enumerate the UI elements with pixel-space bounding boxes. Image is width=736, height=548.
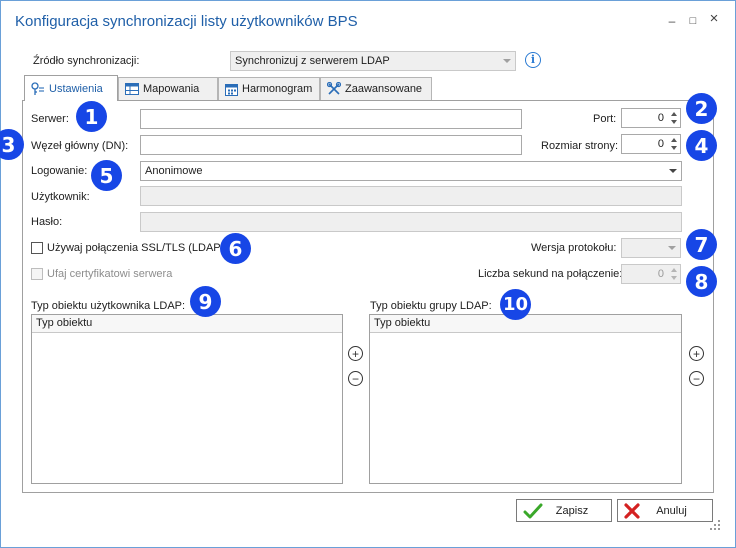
spin-down-icon[interactable] — [671, 120, 677, 124]
add-group-object-button[interactable]: + — [689, 346, 704, 361]
tab-mapowania[interactable]: Mapowania — [118, 77, 218, 100]
close-button[interactable]: × — [707, 11, 721, 26]
annotation-badge: 8 — [686, 266, 717, 297]
info-icon[interactable]: i — [525, 52, 541, 68]
group-object-label: Typ obiektu grupy LDAP: — [370, 300, 492, 312]
login-select-value: Anonimowe — [145, 165, 203, 177]
annotation-badge: 1 — [76, 101, 107, 132]
spin-up-icon — [671, 268, 677, 272]
base-dn-input[interactable] — [140, 135, 522, 155]
annotation-badge: 6 — [220, 233, 251, 264]
remove-group-object-button[interactable]: − — [689, 371, 704, 386]
spin-up-icon[interactable] — [671, 112, 677, 116]
remove-user-object-button[interactable]: − — [348, 371, 363, 386]
source-select[interactable]: Synchronizuj z serwerem LDAP — [230, 51, 516, 71]
spin-up-icon[interactable] — [671, 138, 677, 142]
resize-grip-icon[interactable] — [709, 519, 721, 531]
password-label: Hasło: — [31, 216, 63, 228]
table-icon — [125, 83, 139, 95]
group-object-grid[interactable]: Typ obiektu — [369, 314, 682, 484]
annotation-badge: 7 — [686, 229, 717, 260]
page-size-spinner[interactable]: 0 — [621, 134, 681, 154]
chevron-down-icon — [669, 169, 677, 173]
minimize-button[interactable]: – — [665, 14, 679, 28]
tab-label: Harmonogram — [242, 83, 313, 95]
tools-icon — [327, 82, 341, 95]
user-object-grid[interactable]: Typ obiektu — [31, 314, 343, 484]
ssl-checkbox[interactable] — [31, 242, 43, 254]
group-object-column-header[interactable]: Typ obiektu — [370, 315, 681, 333]
annotation-badge: 10 — [500, 289, 531, 320]
port-spinner[interactable]: 0 — [621, 108, 681, 128]
timeout-value: 0 — [657, 268, 664, 280]
tab-harmonogram[interactable]: Harmonogram — [218, 77, 320, 100]
cancel-button[interactable]: Anuluj — [617, 499, 713, 522]
annotation-badge: 4 — [686, 130, 717, 161]
annotation-badge: 9 — [190, 286, 221, 317]
source-select-value: Synchronizuj z serwerem LDAP — [235, 55, 390, 67]
tab-label: Ustawienia — [49, 82, 103, 95]
user-input[interactable] — [140, 186, 682, 206]
close-icon — [624, 502, 640, 519]
key-list-icon — [31, 81, 44, 95]
source-label: Źródło synchronizacji: — [33, 55, 140, 67]
trust-cert-checkbox[interactable] — [31, 268, 43, 280]
tab-label: Mapowania — [143, 83, 200, 95]
maximize-button[interactable]: □ — [686, 14, 700, 28]
user-label: Użytkownik: — [31, 191, 90, 203]
port-value: 0 — [657, 112, 664, 124]
password-input[interactable] — [140, 212, 682, 232]
add-user-object-button[interactable]: + — [348, 346, 363, 361]
cancel-button-label: Anuluj — [656, 504, 687, 517]
server-input[interactable] — [140, 109, 522, 129]
login-label: Logowanie: — [31, 165, 88, 177]
user-object-label: Typ obiektu użytkownika LDAP: — [31, 300, 186, 312]
page-size-label: Rozmiar strony: — [541, 140, 619, 152]
tab-label: Zaawansowane — [345, 83, 423, 95]
user-object-column-header[interactable]: Typ obiektu — [32, 315, 342, 333]
window-title: Konfiguracja synchronizacji listy użytko… — [15, 13, 358, 30]
tab-zaawansowane[interactable]: Zaawansowane — [320, 77, 432, 100]
save-button-label: Zapisz — [555, 504, 589, 517]
timeout-spinner[interactable]: 0 — [621, 264, 681, 284]
timeout-label: Liczba sekund na połączenie: — [478, 268, 623, 280]
server-label: Serwer: — [31, 113, 69, 125]
tab-ustawienia[interactable]: Ustawienia — [24, 75, 118, 101]
base-dn-label: Węzeł główny (DN): — [31, 140, 129, 152]
chevron-down-icon — [503, 59, 511, 63]
chevron-down-icon — [668, 246, 676, 250]
protocol-label: Wersja protokołu: — [531, 242, 617, 254]
port-label: Port: — [593, 113, 617, 125]
calendar-icon — [225, 83, 238, 96]
ssl-label[interactable]: Używaj połączenia SSL/TLS (LDAPS) — [47, 242, 232, 254]
protocol-select[interactable] — [621, 238, 681, 258]
save-button[interactable]: Zapisz — [516, 499, 612, 522]
annotation-badge: 2 — [686, 93, 717, 124]
spin-down-icon — [671, 276, 677, 280]
login-select[interactable]: Anonimowe — [140, 161, 682, 181]
checkmark-icon — [523, 503, 543, 518]
page-size-value: 0 — [657, 138, 664, 150]
trust-cert-label: Ufaj certyfikatowi serwera — [47, 268, 173, 280]
annotation-badge: 5 — [91, 160, 122, 191]
spin-down-icon[interactable] — [671, 146, 677, 150]
